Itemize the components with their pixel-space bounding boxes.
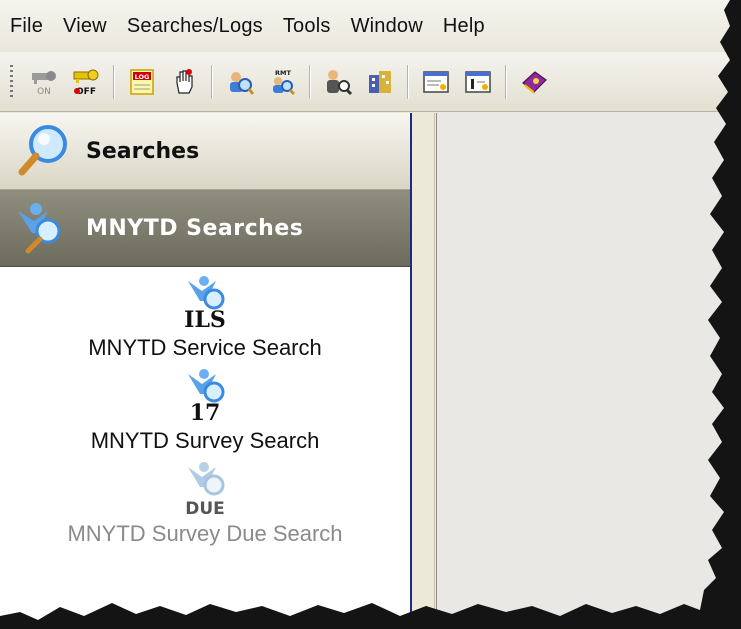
mnytd-searches-header-label: MNYTD Searches	[86, 215, 304, 241]
menu-tools[interactable]: Tools	[283, 15, 347, 38]
survey-search-tag: 17	[189, 400, 221, 426]
panel-splitter[interactable]	[414, 113, 435, 629]
toolbar-grip[interactable]	[10, 64, 13, 99]
building-icon	[369, 70, 391, 93]
search-rmt-icon: RMT	[273, 69, 296, 95]
menu-file[interactable]: File	[10, 15, 59, 38]
svg-text:RMT: RMT	[275, 69, 291, 77]
building-button[interactable]	[365, 67, 395, 97]
report-button[interactable]	[421, 67, 451, 97]
toolbar-separator	[309, 64, 311, 99]
toolbar-separator	[113, 64, 115, 99]
svg-text:ON: ON	[37, 87, 51, 97]
toolbar-separator	[211, 64, 213, 99]
menu-searches-logs[interactable]: Searches/Logs	[127, 15, 279, 38]
report-edit-button[interactable]	[463, 67, 493, 97]
survey-search-icon: 17	[170, 366, 240, 426]
mnytd-searches-header[interactable]: MNYTD Searches	[0, 190, 410, 267]
person-search-icon	[327, 69, 353, 95]
report-edit-icon	[465, 70, 491, 93]
key-on-icon: ON	[32, 70, 56, 97]
toolbar-separator	[505, 64, 507, 99]
searches-header-label: Searches	[86, 138, 200, 164]
log-icon: LOG	[130, 68, 154, 95]
mnytd-survey-search-item[interactable]: 17 MNYTD Survey Search	[0, 366, 410, 454]
key-off-icon: OFF	[73, 69, 99, 97]
navigation-panel: Searches MNYTD Searches ILS MNYTD Servic…	[0, 113, 412, 629]
survey-due-search-tag: DUE	[185, 499, 225, 519]
workspace-pane	[414, 113, 741, 629]
service-search-label: MNYTD Service Search	[88, 335, 322, 360]
magnifier-icon	[18, 125, 67, 176]
youth-search-icon	[18, 203, 61, 254]
search-rmt-button[interactable]: RMT	[267, 67, 297, 97]
service-search-icon: ILS	[170, 273, 240, 333]
hand-cursor-icon	[176, 68, 193, 94]
service-search-tag: ILS	[184, 307, 226, 333]
menu-window[interactable]: Window	[351, 15, 439, 38]
key-off-button[interactable]: OFF	[71, 67, 101, 97]
mnytd-survey-due-search-item[interactable]: DUE MNYTD Survey Due Search	[0, 459, 410, 547]
hand-cursor-button[interactable]	[169, 67, 199, 97]
searches-header[interactable]: Searches	[0, 113, 410, 190]
book-button[interactable]	[519, 67, 549, 97]
search-people-button[interactable]	[225, 67, 255, 97]
book-icon	[522, 70, 547, 94]
application-window: File View Searches/Logs Tools Window Hel…	[0, 0, 741, 629]
mdi-client-area[interactable]	[436, 113, 741, 629]
menu-help[interactable]: Help	[443, 15, 501, 38]
survey-search-label: MNYTD Survey Search	[90, 428, 320, 453]
svg-text:LOG: LOG	[135, 73, 150, 81]
key-on-button[interactable]: ON	[29, 67, 59, 97]
mnytd-service-search-item[interactable]: ILS MNYTD Service Search	[0, 273, 410, 361]
menu-view[interactable]: View	[63, 15, 123, 38]
survey-due-search-label: MNYTD Survey Due Search	[67, 521, 343, 546]
toolbar: ON OFF LOG RMT	[0, 52, 741, 112]
report-icon	[423, 70, 449, 93]
log-button[interactable]: LOG	[127, 67, 157, 97]
survey-due-search-icon: DUE	[170, 459, 240, 519]
menu-bar: File View Searches/Logs Tools Window Hel…	[0, 0, 741, 52]
person-search-button[interactable]	[323, 67, 353, 97]
toolbar-separator	[407, 64, 409, 99]
search-people-icon	[230, 71, 255, 95]
